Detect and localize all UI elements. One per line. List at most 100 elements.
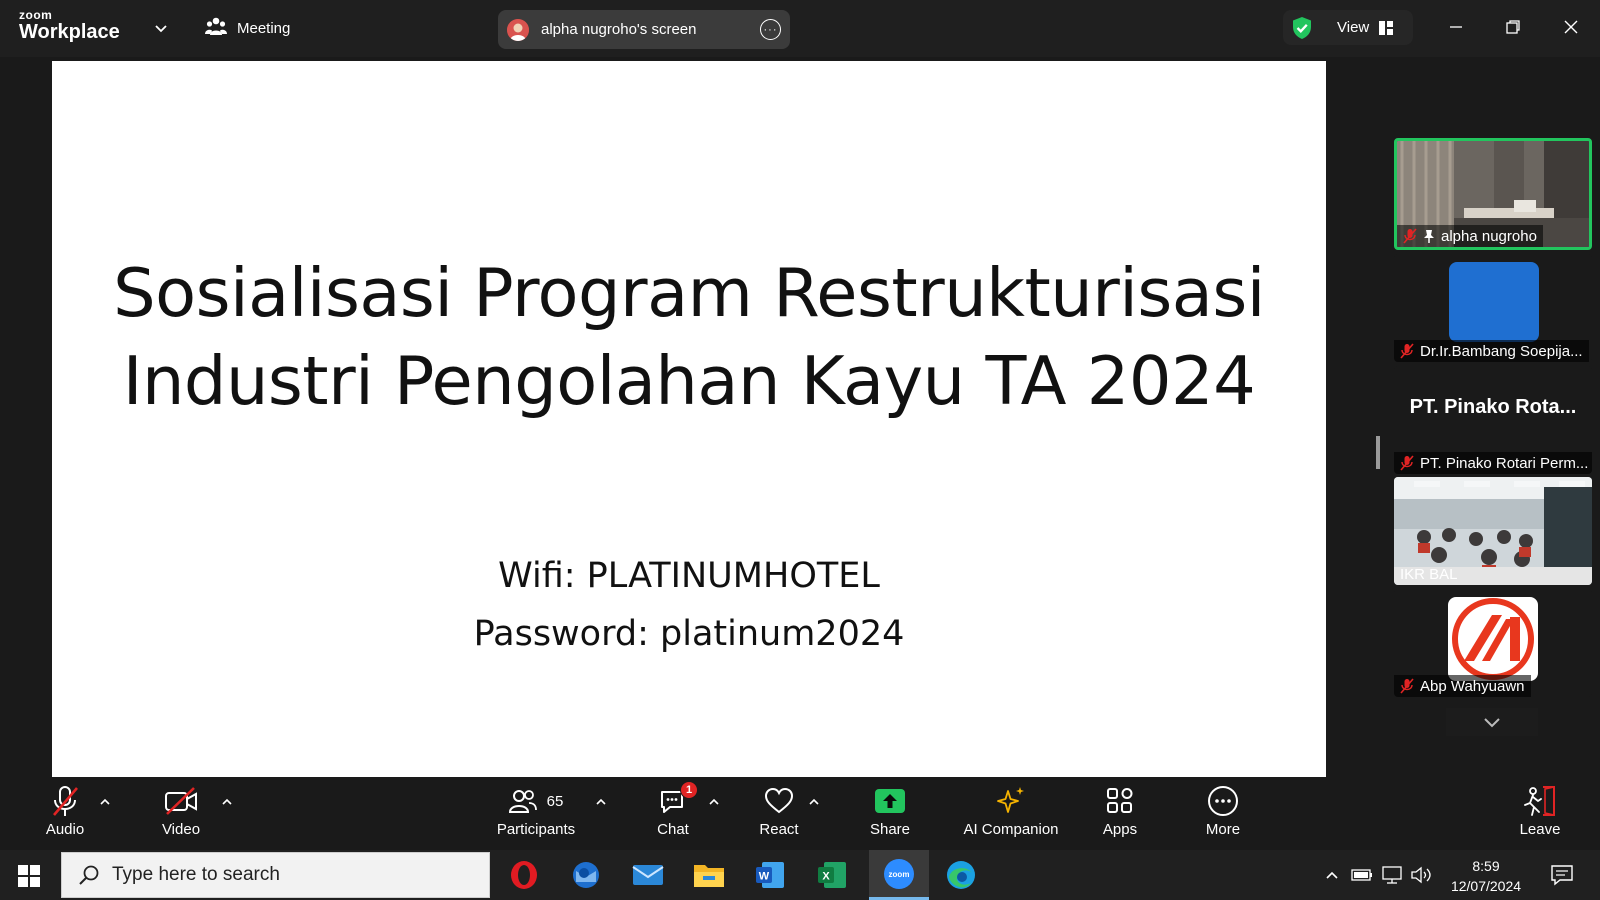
edge-icon[interactable] — [942, 856, 980, 894]
svg-text:X: X — [822, 871, 830, 883]
participant-name-bar: Dr.Ir.Bambang Soepija... — [1394, 340, 1589, 362]
more-icon — [1207, 783, 1239, 819]
chat-button[interactable]: 1 Chat — [655, 781, 698, 838]
apps-icon — [1105, 783, 1135, 819]
leave-button[interactable]: Leave — [1518, 783, 1562, 838]
participant-name-bar: IKR BAL — [1394, 563, 1464, 585]
mail-icon[interactable] — [629, 856, 667, 894]
participant-logo-avatar — [1448, 597, 1538, 681]
participant-name: Abp Wahyuawn — [1420, 677, 1525, 695]
audio-button[interactable]: Audio — [42, 783, 88, 838]
muted-mic-icon — [1403, 228, 1417, 244]
leave-label: Leave — [1519, 821, 1561, 838]
pin-icon — [1424, 230, 1434, 243]
muted-mic-icon — [1400, 343, 1414, 359]
apps-label: Apps — [1102, 821, 1138, 838]
outlook-icon[interactable] — [567, 856, 605, 894]
share-screen-icon — [874, 783, 906, 819]
meeting-toolbar: Audio Video 65 Participants 1 Chat React — [0, 777, 1600, 850]
share-banner-text: alpha nugroho's screen — [541, 21, 697, 38]
participant-name-bar: PT. Pinako Rotari Perm... — [1394, 452, 1592, 474]
muted-mic-icon — [1400, 678, 1414, 694]
participant-name: PT. Pinako Rotari Perm... — [1420, 454, 1589, 472]
participants-options-caret-icon[interactable] — [595, 797, 607, 807]
slide-password-text: Password: platinum2024 — [473, 614, 905, 654]
apps-button[interactable]: Apps — [1102, 783, 1138, 838]
taskbar-search-box[interactable]: Type here to search — [61, 852, 490, 898]
react-options-caret-icon[interactable] — [808, 797, 820, 807]
meeting-button[interactable]: Meeting — [205, 16, 290, 40]
chat-icon: 1 — [658, 781, 698, 819]
more-button[interactable]: More — [1203, 783, 1243, 838]
leave-icon — [1523, 783, 1557, 819]
restore-icon[interactable] — [1500, 14, 1526, 40]
notification-center-icon[interactable] — [1549, 864, 1575, 886]
clock-date: 12/07/2024 — [1450, 878, 1522, 894]
gallery-resize-handle[interactable] — [1376, 436, 1380, 469]
video-button[interactable]: Video — [158, 783, 204, 838]
windows-taskbar: Type here to search W X zoom 8:59 12/07/… — [0, 850, 1600, 900]
zoom-icon[interactable]: zoom — [869, 850, 929, 900]
minimize-icon[interactable] — [1443, 14, 1469, 40]
logo-small-text: zoom — [19, 8, 53, 22]
clock-time: 8:59 — [1472, 858, 1500, 874]
svg-text:W: W — [759, 871, 770, 883]
share-label: Share — [869, 821, 911, 838]
windows-start-icon[interactable] — [18, 865, 40, 887]
video-off-icon — [164, 783, 198, 819]
slide-title-line-1: Sosialisasi Program Restrukturisasi — [113, 254, 1265, 332]
video-options-caret-icon[interactable] — [221, 797, 233, 807]
slide-title: Sosialisasi Program Restrukturisasi Indu… — [52, 249, 1326, 425]
more-options-icon[interactable]: ··· — [760, 19, 781, 40]
audio-options-caret-icon[interactable] — [99, 797, 111, 807]
close-icon[interactable] — [1558, 14, 1584, 40]
security-shield-icon[interactable] — [1289, 15, 1315, 41]
meeting-label: Meeting — [237, 19, 291, 37]
muted-mic-icon — [1400, 455, 1414, 471]
meeting-people-icon — [205, 16, 227, 40]
participant-tile[interactable]: IKR BAL — [1394, 477, 1592, 585]
react-label: React — [759, 821, 799, 838]
react-button[interactable]: React — [758, 783, 800, 838]
chat-unread-badge: 1 — [680, 781, 698, 799]
participants-button[interactable]: 65 Participants — [494, 783, 578, 838]
participant-display-name: PT. Pinako Rota... — [1409, 396, 1577, 418]
view-button[interactable]: View — [1337, 19, 1369, 36]
search-placeholder: Type here to search — [112, 864, 280, 885]
battery-icon[interactable] — [1351, 864, 1373, 886]
video-label: Video — [161, 821, 201, 838]
slide-wifi-info: Wifi: PLATINUMHOTEL Password: platinum20… — [52, 547, 1326, 663]
file-explorer-icon[interactable] — [690, 856, 728, 894]
gallery-scroll-down[interactable] — [1446, 708, 1538, 736]
word-icon[interactable]: W — [751, 856, 789, 894]
participant-name-bar: Abp Wahyuawn — [1394, 675, 1531, 697]
chat-options-caret-icon[interactable] — [708, 797, 720, 807]
slide-title-line-2: Industri Pengolahan Kayu TA 2024 — [122, 342, 1256, 420]
participants-icon: 65 — [508, 783, 564, 819]
shared-screen: Sosialisasi Program Restrukturisasi Indu… — [52, 61, 1326, 777]
excel-icon[interactable]: X — [813, 856, 851, 894]
more-label: More — [1205, 821, 1241, 838]
opera-icon[interactable] — [505, 856, 543, 894]
chevron-down-icon — [1484, 718, 1500, 728]
title-bar: zoom Workplace Meeting alpha nugroho's s… — [0, 0, 1600, 57]
show-hidden-icons-chevron-icon[interactable] — [1321, 864, 1343, 886]
ai-companion-button[interactable]: AI Companion — [961, 783, 1061, 838]
ai-companion-label: AI Companion — [963, 821, 1059, 838]
network-icon[interactable] — [1381, 864, 1403, 886]
volume-icon[interactable] — [1410, 864, 1432, 886]
participant-avatar — [1449, 262, 1539, 342]
participant-tile[interactable]: Dr.Ir.Bambang Soepija... — [1394, 254, 1592, 362]
participant-tile[interactable]: PT. Pinako Rota... PT. Pinako Rotari Per… — [1394, 366, 1592, 474]
view-controls: View — [1283, 10, 1413, 45]
participant-tile[interactable]: alpha nugroho — [1394, 138, 1592, 250]
muted-mic-icon — [50, 783, 80, 819]
zoom-workplace-logo: zoom Workplace — [19, 9, 120, 42]
participant-tile[interactable]: Abp Wahyuawn — [1394, 589, 1592, 697]
view-layout-icon[interactable] — [1379, 20, 1394, 35]
taskbar-clock[interactable]: 8:59 12/07/2024 — [1446, 856, 1526, 896]
chevron-down-icon[interactable] — [153, 20, 169, 36]
participant-count: 65 — [546, 792, 564, 810]
share-button[interactable]: Share — [868, 783, 912, 838]
screen-share-banner[interactable]: alpha nugroho's screen ··· — [498, 10, 790, 49]
